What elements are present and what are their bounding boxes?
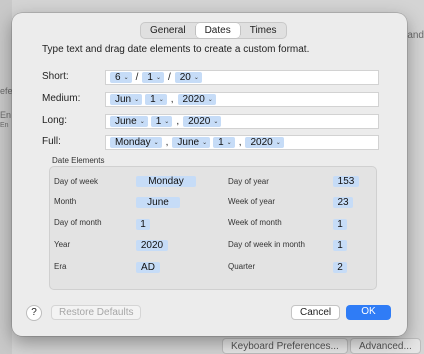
element-label: Month (54, 197, 77, 206)
separator-text: / (135, 72, 139, 83)
year-element[interactable]: 2020 (136, 240, 168, 251)
weekday-token[interactable]: Monday ⌄ (110, 137, 162, 148)
chevron-down-icon: ⌄ (226, 140, 232, 146)
tab-bar: General Dates Times (140, 22, 287, 39)
year-token[interactable]: 2020 ⌄ (183, 116, 222, 127)
background-text: and (407, 30, 424, 41)
element-label: Week of year (228, 197, 275, 206)
week-of-year-element[interactable]: 23 (333, 197, 353, 208)
day-of-month-element[interactable]: 1 (136, 219, 150, 230)
chevron-down-icon: ⌄ (164, 119, 170, 125)
chevron-down-icon: ⌄ (134, 97, 140, 103)
background-sidebar-edge (0, 0, 12, 354)
short-label: Short: (42, 71, 69, 82)
month-token[interactable]: 6 ⌄ (110, 72, 132, 83)
chevron-down-icon: ⌄ (153, 140, 159, 146)
separator-text: / (167, 72, 171, 83)
chevron-down-icon: ⌄ (207, 97, 213, 103)
background-text: En (0, 110, 12, 120)
month-element[interactable]: June (136, 197, 180, 208)
chevron-down-icon: ⌄ (213, 119, 219, 125)
element-label: Quarter (228, 262, 256, 271)
full-format-row: Full: Monday ⌄ , June ⌄ 1 ⌄ , 2020 ⌄ (42, 135, 382, 150)
custom-date-format-sheet: General Dates Times Type text and drag d… (12, 13, 407, 336)
chevron-down-icon: ⌄ (155, 75, 161, 81)
instructions-text: Type text and drag date elements to crea… (42, 44, 310, 55)
background-text: En (0, 122, 9, 129)
element-label: Era (54, 262, 67, 271)
date-elements-panel: Day of week Monday Month June Day of mon… (49, 166, 377, 290)
day-of-week-in-month-element[interactable]: 1 (333, 240, 347, 251)
day-token[interactable]: 1 ⌄ (150, 116, 173, 127)
year-token[interactable]: 20 ⌄ (174, 72, 202, 83)
quarter-element[interactable]: 2 (333, 262, 347, 273)
help-button[interactable]: ? (26, 305, 42, 321)
week-of-month-element[interactable]: 1 (333, 219, 347, 230)
medium-label: Medium: (42, 93, 81, 104)
era-element[interactable]: AD (136, 262, 160, 273)
long-label: Long: (42, 115, 68, 126)
medium-format-row: Medium: Jun ⌄ 1 ⌄ , 2020 ⌄ (42, 92, 382, 107)
chevron-down-icon: ⌄ (275, 140, 281, 146)
separator-text: , (176, 116, 180, 127)
element-label: Day of week (54, 177, 99, 186)
element-label: Day of month (54, 218, 102, 227)
month-token[interactable]: June ⌄ (172, 137, 211, 148)
chevron-down-icon: ⌄ (202, 140, 208, 146)
day-token[interactable]: 1 ⌄ (213, 137, 235, 148)
keyboard-preferences-button[interactable]: Keyboard Preferences... (222, 338, 348, 354)
tab-dates[interactable]: Dates (195, 23, 240, 38)
advanced-button[interactable]: Advanced... (350, 338, 421, 354)
day-token[interactable]: 1 ⌄ (145, 94, 167, 105)
day-of-year-element[interactable]: 153 (333, 176, 359, 187)
medium-format-field[interactable]: Jun ⌄ 1 ⌄ , 2020 ⌄ (105, 92, 379, 107)
chevron-down-icon: ⌄ (193, 75, 199, 81)
month-token[interactable]: June ⌄ (110, 116, 148, 127)
ok-button[interactable]: OK (346, 305, 391, 320)
full-label: Full: (42, 136, 61, 147)
short-format-row: Short: 6 ⌄ / 1 ⌄ / 20 ⌄ (42, 70, 382, 85)
cancel-button[interactable]: Cancel (291, 305, 341, 320)
chevron-down-icon: ⌄ (123, 75, 129, 81)
tab-times[interactable]: Times (241, 23, 286, 38)
separator-text: , (170, 94, 174, 105)
background-text: efe (0, 86, 13, 96)
chevron-down-icon: ⌄ (158, 97, 164, 103)
year-token[interactable]: 2020 ⌄ (177, 94, 216, 105)
day-of-week-element[interactable]: Monday (136, 176, 196, 187)
long-format-row: Long: June ⌄ 1 ⌄ , 2020 ⌄ (42, 114, 382, 129)
element-label: Day of week in month (228, 240, 305, 249)
element-label: Year (54, 240, 71, 249)
chevron-down-icon: ⌄ (139, 119, 145, 125)
long-format-field[interactable]: June ⌄ 1 ⌄ , 2020 ⌄ (105, 114, 379, 129)
day-token[interactable]: 1 ⌄ (142, 72, 164, 83)
element-label: Day of year (228, 177, 269, 186)
month-token[interactable]: Jun ⌄ (110, 94, 143, 105)
restore-defaults-button[interactable]: Restore Defaults (51, 305, 142, 320)
element-label: Week of month (228, 218, 282, 227)
short-format-field[interactable]: 6 ⌄ / 1 ⌄ / 20 ⌄ (105, 70, 379, 85)
year-token[interactable]: 2020 ⌄ (245, 137, 284, 148)
tab-general[interactable]: General (141, 23, 195, 38)
full-format-field[interactable]: Monday ⌄ , June ⌄ 1 ⌄ , 2020 ⌄ (105, 135, 379, 150)
separator-text: , (165, 137, 169, 148)
separator-text: , (238, 137, 242, 148)
date-elements-title: Date Elements (52, 156, 105, 165)
